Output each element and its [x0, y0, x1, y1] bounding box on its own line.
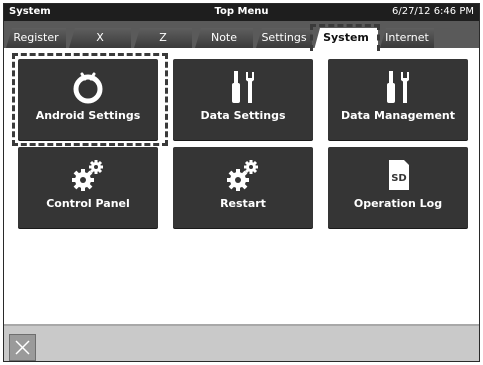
android-settings-label: Android Settings	[35, 109, 141, 122]
android-settings-button[interactable]: Android Settings	[18, 59, 158, 140]
datetime-display: 6/27/12 6:46 PM	[391, 6, 474, 17]
close-icon	[15, 340, 30, 355]
tab-system[interactable]: System	[314, 28, 378, 50]
restart-button[interactable]: Restart	[173, 147, 313, 228]
tab-baseline	[4, 48, 479, 50]
data-management-label: Data Management	[340, 109, 456, 122]
tab-bar: Register X Z Note Settings System Intern…	[4, 21, 479, 51]
operation-log-button[interactable]: SD Operation Log	[328, 147, 468, 228]
tab-x[interactable]: X	[69, 28, 131, 48]
tab-z[interactable]: Z	[134, 28, 192, 48]
control-panel-button[interactable]: Control Panel	[18, 147, 158, 228]
bottom-bar	[4, 324, 479, 361]
tab-register[interactable]: Register	[6, 28, 66, 48]
android-settings-icon	[18, 69, 158, 105]
app-window: System Top Menu 6/27/12 6:46 PM Register…	[3, 3, 480, 362]
close-button[interactable]	[9, 334, 36, 361]
tab-internet[interactable]: Internet	[380, 28, 434, 48]
data-management-button[interactable]: Data Management	[328, 59, 468, 140]
gears-icon	[18, 157, 158, 193]
tools-icon	[173, 69, 313, 105]
operation-log-label: Operation Log	[353, 197, 443, 210]
sd-card-icon: SD	[328, 157, 468, 193]
data-settings-label: Data Settings	[200, 109, 286, 122]
control-panel-label: Control Panel	[46, 197, 130, 210]
gears-icon	[173, 157, 313, 193]
tab-settings[interactable]: Settings	[256, 28, 312, 48]
data-settings-button[interactable]: Data Settings	[173, 59, 313, 140]
title-bar: System Top Menu 6/27/12 6:46 PM	[4, 4, 479, 21]
sd-card-text: SD	[391, 173, 407, 184]
tools-icon	[328, 69, 468, 105]
restart-label: Restart	[220, 197, 266, 210]
tab-note[interactable]: Note	[195, 28, 253, 48]
